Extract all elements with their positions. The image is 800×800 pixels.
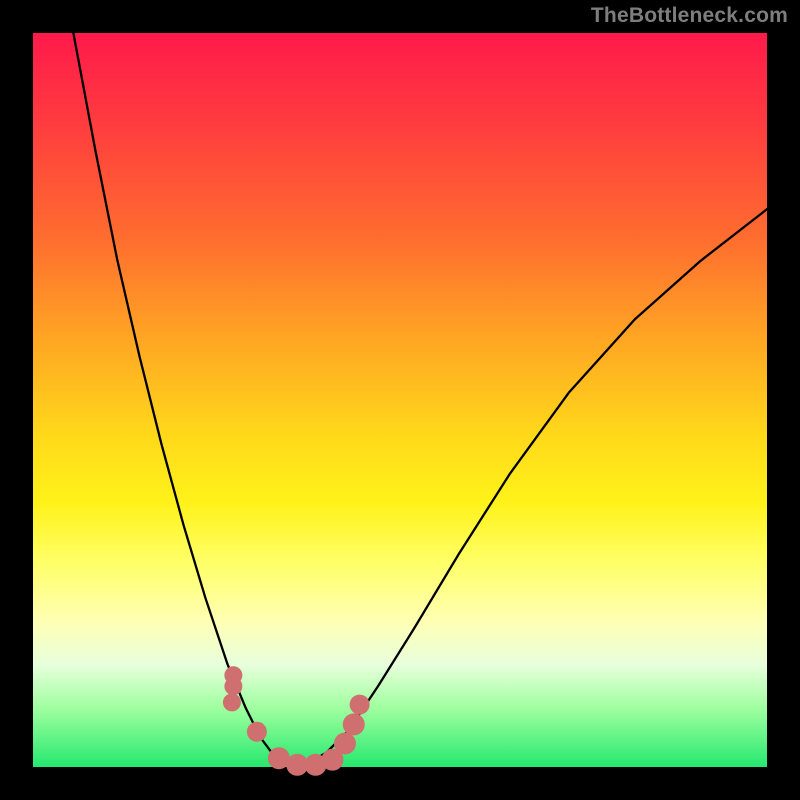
- highlight-dot: [223, 693, 241, 711]
- highlight-dot: [343, 713, 365, 735]
- highlight-dot: [247, 722, 267, 742]
- bottleneck-curve: [33, 0, 767, 767]
- chart-svg: [33, 33, 767, 767]
- highlight-dot: [334, 733, 356, 755]
- highlight-dot: [224, 677, 242, 695]
- highlight-dot: [350, 695, 370, 715]
- plot-area: [33, 33, 767, 767]
- chart-frame: TheBottleneck.com: [0, 0, 800, 800]
- watermark-text: TheBottleneck.com: [591, 4, 788, 28]
